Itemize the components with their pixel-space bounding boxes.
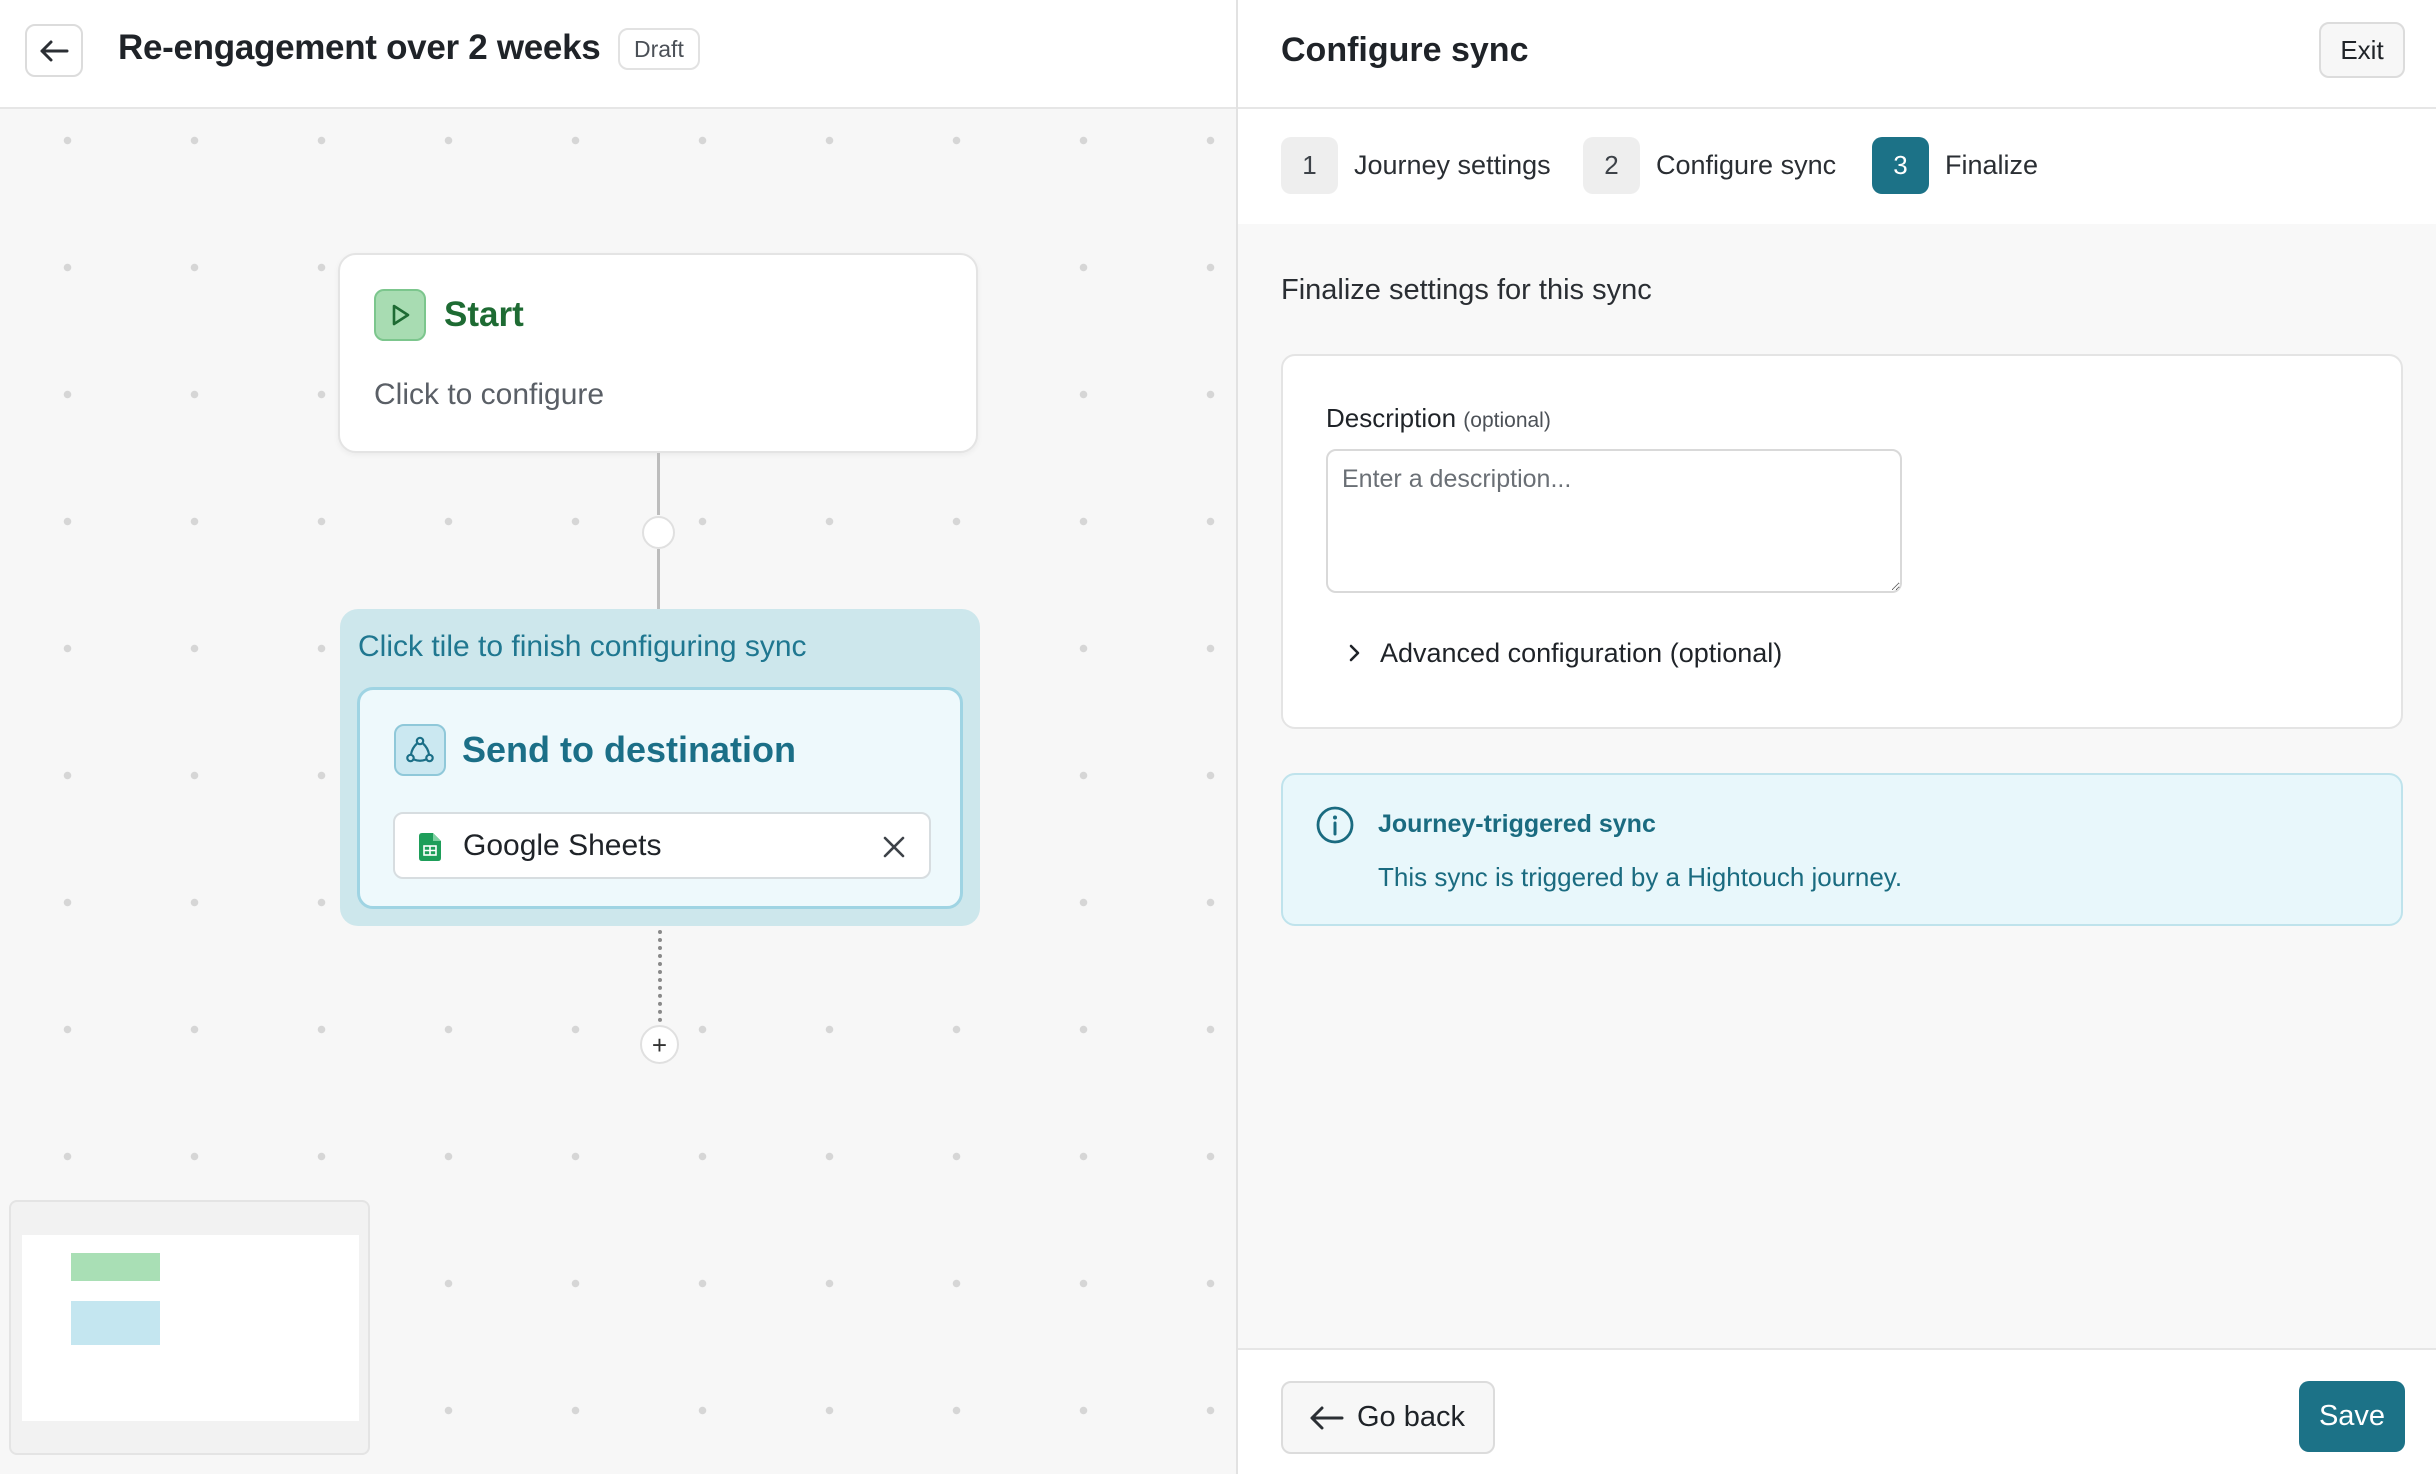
close-icon[interactable] [879, 832, 909, 862]
description-label-text: Description [1326, 403, 1457, 433]
sync-group[interactable]: Click tile to finish configuring sync Se… [340, 609, 980, 926]
panel-footer: Go back Save [1238, 1348, 2436, 1474]
start-node-subtitle: Click to configure [374, 378, 605, 411]
sync-group-label: Click tile to finish configuring sync [358, 630, 807, 663]
arrow-left-icon [1310, 1406, 1344, 1429]
panel-header: Configure sync Exit [1238, 0, 2436, 109]
go-back-button[interactable]: Go back [1281, 1381, 1495, 1454]
settings-card: Description (optional) Advanced configur… [1281, 354, 2403, 729]
minimap-sync-node [71, 1301, 160, 1345]
info-title: Journey-triggered sync [1378, 810, 1656, 838]
connector-line [657, 549, 660, 611]
step-label: Configure sync [1656, 150, 1837, 180]
minimap-start-node [71, 1253, 160, 1281]
journey-topbar: Re-engagement over 2 weeks Draft [0, 0, 1236, 109]
send-to-destination-tile[interactable]: Send to destination Google Sheets [357, 687, 963, 909]
panel-title: Configure sync [1281, 31, 1529, 69]
step-journey-settings[interactable]: 1 Journey settings [1281, 137, 1551, 194]
step-finalize[interactable]: 3 Finalize [1872, 137, 2038, 194]
configure-sync-panel: Configure sync Exit 1 Journey settings 2… [1236, 0, 2436, 1474]
start-node[interactable]: Start Click to configure [338, 253, 978, 453]
stepper: 1 Journey settings 2 Configure sync 3 Fi… [1238, 109, 2436, 224]
info-callout: Journey-triggered sync This sync is trig… [1281, 773, 2403, 926]
minimap[interactable] [9, 1200, 370, 1455]
arrow-left-icon [40, 40, 69, 61]
step-configure-sync[interactable]: 2 Configure sync [1583, 137, 1836, 194]
step-number: 2 [1583, 137, 1640, 194]
journey-canvas[interactable]: Re-engagement over 2 weeks Draft Start C… [0, 0, 1236, 1474]
destination-chip[interactable]: Google Sheets [393, 812, 931, 879]
step-label: Journey settings [1354, 150, 1551, 180]
description-textarea[interactable] [1326, 449, 1902, 593]
info-text: This sync is triggered by a Hightouch jo… [1378, 862, 1903, 892]
destination-card-title: Send to destination [462, 729, 797, 770]
optional-hint: (optional) [1463, 409, 1551, 432]
connector-handle[interactable] [642, 516, 675, 549]
add-step-button[interactable]: + [640, 1025, 679, 1064]
step-label: Finalize [1945, 150, 2039, 180]
journey-title: Re-engagement over 2 weeks [118, 28, 601, 67]
chevron-right-icon [1349, 644, 1360, 662]
start-node-title: Start [444, 295, 524, 334]
go-back-label: Go back [1357, 1401, 1465, 1433]
status-badge: Draft [618, 28, 700, 70]
description-label: Description (optional) [1326, 401, 1551, 438]
back-button[interactable] [25, 24, 83, 77]
exit-button[interactable]: Exit [2319, 22, 2405, 78]
save-button[interactable]: Save [2299, 1381, 2405, 1452]
google-sheets-icon [419, 833, 441, 861]
connector-line [657, 453, 660, 515]
minimap-viewport[interactable] [22, 1235, 359, 1421]
advanced-configuration-label: Advanced configuration (optional) [1380, 637, 1783, 668]
destination-icon [394, 724, 446, 776]
section-heading: Finalize settings for this sync [1281, 274, 1652, 306]
step-number: 1 [1281, 137, 1338, 194]
advanced-configuration-toggle[interactable]: Advanced configuration (optional) [1348, 633, 1782, 673]
play-icon [374, 289, 426, 341]
connector-line-dashed [658, 930, 662, 1030]
destination-name: Google Sheets [463, 829, 662, 862]
step-number: 3 [1872, 137, 1929, 194]
info-icon [1316, 806, 1354, 844]
